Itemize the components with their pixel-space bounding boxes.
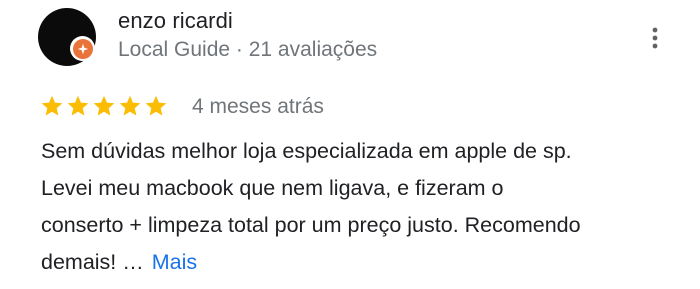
review-text-line: demais! … (41, 250, 144, 274)
reviewer-name[interactable]: enzo ricardi (118, 7, 233, 35)
reviewer-meta: Local Guide · 21 avaliações (118, 38, 378, 61)
review-date: 4 meses atrás (192, 95, 324, 118)
star-icon (66, 94, 90, 118)
review-text-last-line: demais! … Mais (41, 244, 681, 281)
star-icon (118, 94, 142, 118)
review-text-line: Sem dúvidas melhor loja especializada em… (41, 139, 572, 163)
star-icon (40, 94, 64, 118)
more-vertical-icon (652, 27, 658, 49)
review-text-line: conserto + limpeza total por um preço ju… (41, 213, 581, 237)
star-rating (40, 94, 168, 118)
review-card: enzo ricardi Local Guide · 21 avaliações… (0, 0, 700, 289)
review-text-line: Levei meu macbook que nem ligava, e fize… (41, 176, 504, 200)
review-text: Sem dúvidas melhor loja especializada em… (41, 133, 681, 281)
local-guide-star-icon (72, 38, 93, 59)
more-link[interactable]: Mais (152, 250, 197, 274)
local-guide-badge (70, 36, 95, 61)
star-icon (92, 94, 116, 118)
more-options-button[interactable] (641, 22, 669, 54)
star-icon (144, 94, 168, 118)
